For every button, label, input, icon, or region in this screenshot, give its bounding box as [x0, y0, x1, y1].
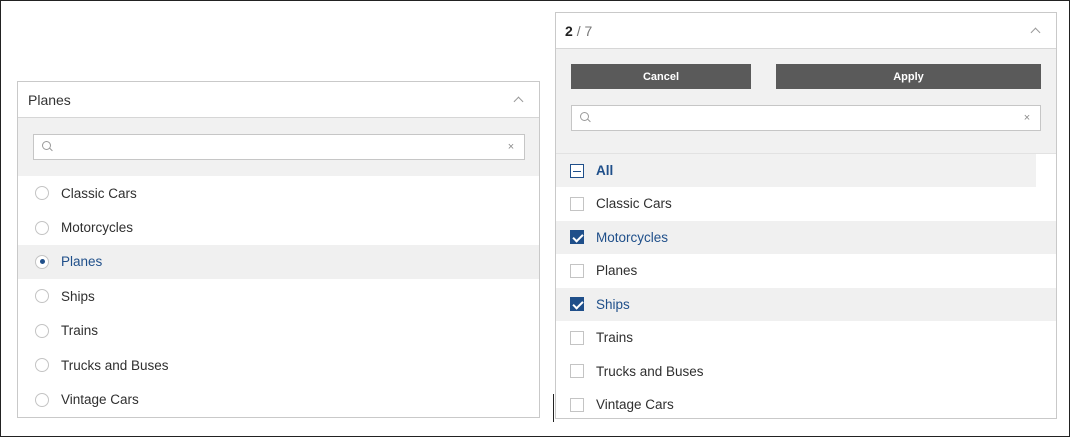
- option-label: Classic Cars: [61, 185, 137, 201]
- multi-select-toolbar: Cancel Apply ×: [556, 49, 1056, 154]
- single-select-search-box: ×: [33, 134, 525, 160]
- option-label: Planes: [596, 263, 638, 279]
- list-item[interactable]: Trains: [18, 314, 539, 348]
- option-label: Trains: [61, 323, 99, 339]
- list-item[interactable]: Trucks and Buses: [18, 348, 539, 382]
- single-select-title: Planes: [28, 91, 71, 108]
- checkbox[interactable]: [570, 364, 584, 379]
- select-all-checkbox[interactable]: [570, 163, 584, 178]
- option-label: Motorcycles: [596, 229, 669, 245]
- option-label: Ships: [596, 296, 630, 312]
- radio-button[interactable]: [35, 323, 49, 338]
- radio-button[interactable]: [35, 289, 49, 304]
- divider-line: [553, 394, 554, 422]
- option-label: Planes: [61, 254, 103, 270]
- single-select-header[interactable]: Planes: [18, 82, 539, 118]
- select-all-label: All: [596, 163, 614, 178]
- search-icon: [580, 112, 592, 124]
- chevron-up-icon[interactable]: [1028, 23, 1044, 39]
- list-item[interactable]: Motorcycles: [18, 210, 539, 244]
- single-select-dropdown: Planes × Classic Cars Motorcycles Planes Sh…: [17, 81, 540, 418]
- multi-select-dropdown: 2 / 7 Cancel Apply × All Classic Cars Mot…: [555, 12, 1057, 419]
- total-count: 7: [584, 22, 593, 39]
- option-label: Classic Cars: [596, 196, 672, 212]
- multi-select-options: All Classic Cars Motorcycles Planes Ships Tr…: [556, 154, 1056, 422]
- multi-select-header[interactable]: 2 / 7: [556, 13, 1056, 49]
- option-label: Motorcycles: [61, 220, 134, 236]
- radio-button[interactable]: [35, 186, 49, 201]
- close-icon[interactable]: ×: [506, 141, 516, 153]
- selection-count: 2 / 7: [565, 23, 592, 39]
- list-item[interactable]: Classic Cars: [18, 176, 539, 210]
- checkbox[interactable]: [570, 263, 584, 278]
- list-item[interactable]: Classic Cars: [556, 187, 1056, 221]
- option-label: Vintage Cars: [596, 397, 674, 413]
- checkbox[interactable]: [570, 230, 584, 245]
- option-label: Trucks and Buses: [61, 357, 169, 373]
- single-select-options: Classic Cars Motorcycles Planes Ships Trains…: [18, 176, 539, 417]
- selected-count: 2: [565, 22, 573, 39]
- checkbox[interactable]: [570, 297, 584, 312]
- checkbox[interactable]: [570, 397, 584, 412]
- action-buttons: Cancel Apply: [571, 64, 1041, 89]
- multi-select-search-box: ×: [571, 105, 1041, 131]
- list-item[interactable]: Ships: [18, 279, 539, 313]
- close-icon[interactable]: ×: [1022, 112, 1032, 124]
- select-all-item[interactable]: All: [556, 154, 1036, 187]
- list-item[interactable]: Trains: [556, 321, 1056, 355]
- radio-button[interactable]: [35, 254, 49, 269]
- checkbox[interactable]: [570, 196, 584, 211]
- radio-button[interactable]: [35, 392, 49, 407]
- list-item[interactable]: Vintage Cars: [18, 382, 539, 416]
- list-item[interactable]: Trucks and Buses: [556, 355, 1056, 389]
- radio-button[interactable]: [35, 220, 49, 235]
- multi-select-search-input[interactable]: [592, 107, 1022, 129]
- search-icon: [42, 141, 54, 153]
- cancel-button[interactable]: Cancel: [571, 64, 751, 89]
- list-item[interactable]: Vintage Cars: [556, 388, 1056, 422]
- list-item[interactable]: Ships: [556, 287, 1056, 321]
- radio-button[interactable]: [35, 358, 49, 373]
- option-label: Trucks and Buses: [596, 363, 704, 379]
- checkbox[interactable]: [570, 330, 584, 345]
- apply-button[interactable]: Apply: [776, 64, 1041, 89]
- option-label: Ships: [61, 288, 95, 304]
- list-item[interactable]: Motorcycles: [556, 220, 1056, 254]
- option-label: Trains: [596, 330, 634, 346]
- list-item[interactable]: Planes: [556, 254, 1056, 288]
- chevron-up-icon[interactable]: [511, 92, 527, 108]
- single-select-search-area: ×: [18, 118, 539, 176]
- list-item[interactable]: Planes: [18, 244, 539, 280]
- single-select-search-input[interactable]: [54, 136, 506, 158]
- count-separator: /: [576, 22, 581, 39]
- option-label: Vintage Cars: [61, 392, 139, 408]
